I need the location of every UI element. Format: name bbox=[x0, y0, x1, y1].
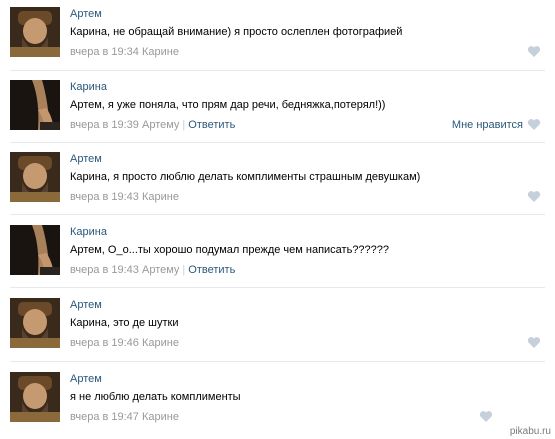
comment-meta: вчера в 19:34 Карине bbox=[70, 46, 179, 58]
comment-author[interactable]: Артем bbox=[70, 299, 102, 311]
reply-to[interactable]: Карине bbox=[142, 191, 179, 203]
reply-to[interactable]: Карине bbox=[142, 46, 179, 58]
comment-text: Карина, это де шутки bbox=[70, 317, 179, 329]
divider bbox=[10, 142, 545, 143]
divider bbox=[10, 287, 545, 288]
comment-text: Артем, О_о...ты хорошо подумал прежде че… bbox=[70, 244, 390, 256]
comment-time[interactable]: вчера в 19:39 bbox=[70, 119, 139, 131]
comment-time[interactable]: вчера в 19:43 bbox=[70, 264, 139, 276]
comment-item: Артем Карина, не обращай внимание) я про… bbox=[0, 0, 555, 72]
heart-icon[interactable] bbox=[479, 410, 493, 423]
heart-icon[interactable] bbox=[527, 190, 541, 203]
avatar[interactable] bbox=[10, 372, 60, 422]
avatar[interactable] bbox=[10, 80, 60, 130]
heart-icon[interactable] bbox=[527, 45, 541, 58]
separator: | bbox=[182, 264, 186, 276]
comment-text: я не люблю делать комплименты bbox=[70, 391, 241, 403]
divider bbox=[10, 361, 545, 362]
comment-time[interactable]: вчера в 19:43 bbox=[70, 191, 139, 203]
comment-author[interactable]: Карина bbox=[70, 81, 107, 93]
comment-item: Артем Карина, это де шутки вчера в 19:46… bbox=[0, 291, 555, 363]
watermark: pikabu.ru bbox=[509, 426, 551, 437]
divider bbox=[10, 70, 545, 71]
comment-text: Артем, я уже поняла, что прям дар речи, … bbox=[70, 99, 386, 111]
comment-item: Артем Карина, я просто люблю делать комп… bbox=[0, 145, 555, 217]
avatar[interactable] bbox=[10, 225, 60, 275]
comment-time[interactable]: вчера в 19:46 bbox=[70, 337, 139, 349]
comment-author[interactable]: Артем bbox=[70, 153, 102, 165]
comment-author[interactable]: Артем bbox=[70, 8, 102, 20]
reply-to[interactable]: Артему bbox=[142, 264, 179, 276]
comment-item: Артем я не люблю делать комплименты вчер… bbox=[0, 365, 555, 437]
like-button[interactable]: Мне нравится bbox=[452, 119, 523, 131]
comment-item: Карина Артем, я уже поняла, что прям дар… bbox=[0, 73, 555, 145]
reply-to[interactable]: Карине bbox=[142, 411, 179, 423]
comment-item: Карина Артем, О_о...ты хорошо подумал пр… bbox=[0, 218, 555, 290]
separator: | bbox=[182, 119, 186, 131]
divider bbox=[10, 214, 545, 215]
avatar[interactable] bbox=[10, 298, 60, 348]
comment-meta: вчера в 19:46 Карине bbox=[70, 337, 179, 349]
comment-meta: вчера в 19:39 Артему | Ответить bbox=[70, 119, 235, 131]
reply-button[interactable]: Ответить bbox=[188, 119, 235, 131]
avatar[interactable] bbox=[10, 7, 60, 57]
comment-text: Карина, не обращай внимание) я просто ос… bbox=[70, 26, 403, 38]
comment-time[interactable]: вчера в 19:34 bbox=[70, 46, 139, 58]
reply-to[interactable]: Карине bbox=[142, 337, 179, 349]
comment-meta: вчера в 19:43 Карине bbox=[70, 191, 179, 203]
reply-to[interactable]: Артему bbox=[142, 119, 179, 131]
comment-time[interactable]: вчера в 19:47 bbox=[70, 411, 139, 423]
comment-text: Карина, я просто люблю делать комплимент… bbox=[70, 171, 421, 183]
comment-meta: вчера в 19:43 Артему | Ответить bbox=[70, 264, 235, 276]
comment-author[interactable]: Карина bbox=[70, 226, 107, 238]
avatar[interactable] bbox=[10, 152, 60, 202]
comment-author[interactable]: Артем bbox=[70, 373, 102, 385]
comment-meta: вчера в 19:47 Карине bbox=[70, 411, 179, 423]
reply-button[interactable]: Ответить bbox=[188, 264, 235, 276]
heart-icon[interactable] bbox=[527, 336, 541, 349]
heart-icon[interactable] bbox=[527, 118, 541, 131]
